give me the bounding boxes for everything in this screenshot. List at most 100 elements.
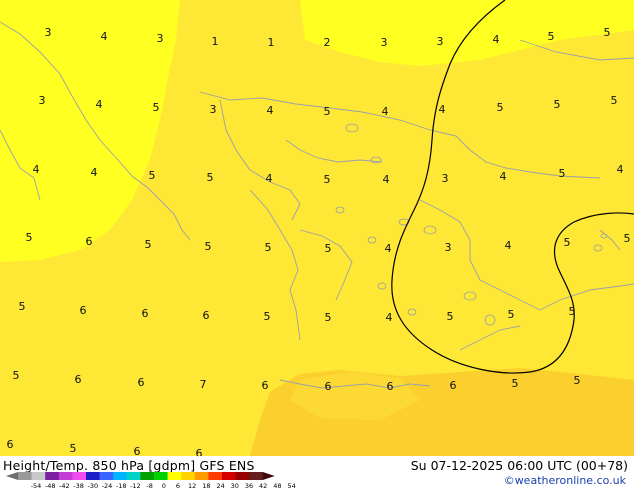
field-value-label: 6 — [262, 379, 269, 392]
color-scale-tick-label: -12 — [130, 482, 141, 490]
color-scale-arrow-right — [262, 472, 275, 480]
temperature-map: 3 4 3 1 1 2 3 3 4 5 5 3 4 5 3 4 5 4 4 5 5 5 4 4 5 5 4 5 4 3 4 5 4 5 6 5 5 5 5 4… — [0, 0, 634, 456]
field-value-label: 5 — [624, 232, 631, 245]
field-value-label: 6 — [86, 235, 93, 248]
field-value-label: 5 — [264, 310, 271, 323]
field-value-label: 4 — [505, 239, 512, 252]
color-scale-tick-label: 0 — [162, 482, 166, 490]
field-value-label: 5 — [265, 241, 272, 254]
field-value-label: 5 — [145, 238, 152, 251]
field-value-label: 5 — [508, 308, 515, 321]
color-scale-tick-label: 36 — [245, 482, 253, 490]
field-value-label: 6 — [142, 307, 149, 320]
field-value-label: 4 — [91, 166, 98, 179]
color-scale-tick-label: -54 — [31, 482, 42, 490]
field-value-label: 3 — [445, 241, 452, 254]
color-scale-tick-label: 42 — [259, 482, 267, 490]
field-value-label: 3 — [442, 172, 449, 185]
field-value-label: 5 — [569, 305, 576, 318]
color-scale-swatch — [99, 472, 114, 480]
color-scale-tick-label: -38 — [73, 482, 84, 490]
color-scale: -54 -48 -42 -38 -30 -24 -18 -12 -8 0 6 12 18 24 30 36 42… — [6, 472, 296, 490]
field-value-label: 5 — [497, 101, 504, 114]
field-value-label: 5 — [324, 105, 331, 118]
color-scale-bars — [6, 472, 275, 480]
field-value-label: 4 — [500, 170, 507, 183]
field-value-label: 6 — [138, 376, 145, 389]
field-value-label: 5 — [611, 94, 618, 107]
color-scale-tick-label: 6 — [176, 482, 180, 490]
color-scale-swatch — [181, 472, 196, 480]
field-value-label: 5 — [207, 171, 214, 184]
color-scale-tick-label: -30 — [87, 482, 98, 490]
field-value-label: 3 — [381, 36, 388, 49]
color-scale-tick-label: 48 — [273, 482, 281, 490]
field-value-label: 6 — [134, 445, 141, 456]
weather-map-view: { "map": { "product": "Height/Temp. 850 … — [0, 0, 634, 490]
color-scale-tick-label: -8 — [146, 482, 152, 490]
color-scale-tick-label: 18 — [202, 482, 210, 490]
field-value-label: 3 — [437, 35, 444, 48]
credit-link[interactable]: ©weatheronline.co.uk — [504, 474, 626, 487]
field-value-label: 4 — [383, 173, 390, 186]
field-value-label: 4 — [385, 242, 392, 255]
field-value-label: 4 — [617, 163, 624, 176]
field-value-label: 5 — [26, 231, 33, 244]
field-value-label: 5 — [564, 236, 571, 249]
color-scale-swatch — [113, 472, 128, 480]
field-value-label: 5 — [574, 374, 581, 387]
color-scale-swatch — [249, 472, 264, 480]
field-value-label: 6 — [325, 380, 332, 393]
field-value-label: 4 — [439, 103, 446, 116]
color-scale-tick-label: -18 — [116, 482, 127, 490]
field-value-label: 5 — [325, 311, 332, 324]
color-scale-swatch — [126, 472, 141, 480]
color-scale-arrow-left — [6, 472, 18, 480]
field-value-label: 5 — [559, 167, 566, 180]
color-scale-swatch — [45, 472, 60, 480]
color-scale-tick-label: 24 — [216, 482, 224, 490]
color-scale-tick-label: -24 — [102, 482, 113, 490]
field-value-label: 1 — [212, 35, 219, 48]
color-scale-swatch — [86, 472, 100, 480]
color-scale-swatch — [72, 472, 87, 480]
color-scale-ticks: -54 -48 -42 -38 -30 -24 -18 -12 -8 0 6 12 18 24 30 36 42… — [31, 482, 296, 490]
field-value-label: 6 — [203, 309, 210, 322]
field-value-label: 4 — [493, 33, 500, 46]
field-value-label: 6 — [80, 304, 87, 317]
color-scale-tick-label: -48 — [45, 482, 56, 490]
field-value-label: 5 — [548, 30, 555, 43]
color-scale-swatch — [167, 472, 182, 480]
field-value-label: 5 — [205, 240, 212, 253]
field-value-label: 4 — [33, 163, 40, 176]
field-value-label: 4 — [96, 98, 103, 111]
color-scale-swatch — [31, 472, 46, 480]
field-value-label: 3 — [157, 32, 164, 45]
field-value-label: 5 — [19, 300, 26, 313]
color-scale-swatch — [58, 472, 73, 480]
field-value-label: 4 — [267, 104, 274, 117]
field-value-label: 4 — [266, 172, 273, 185]
color-scale-swatch — [194, 472, 209, 480]
field-value-label: 3 — [210, 103, 217, 116]
field-value-label: 3 — [39, 94, 46, 107]
field-value-label: 4 — [386, 311, 393, 324]
field-value-label: 5 — [554, 98, 561, 111]
map-footer: Height/Temp. 850 hPa [gdpm] GFS ENS Su 0… — [0, 456, 634, 490]
field-value-label: 5 — [447, 310, 454, 323]
field-value-label: 5 — [604, 26, 611, 39]
field-value-label: 5 — [149, 169, 156, 182]
field-value-label: 5 — [325, 242, 332, 255]
field-value-label: 5 — [512, 377, 519, 390]
field-value-label: 4 — [382, 105, 389, 118]
field-value-label: 1 — [268, 36, 275, 49]
color-scale-tick-label: 30 — [231, 482, 239, 490]
field-value-label: 6 — [196, 447, 203, 456]
color-scale-swatch — [140, 472, 155, 480]
field-value-label: 6 — [450, 379, 457, 392]
field-value-label: 5 — [153, 101, 160, 114]
field-value-label: 5 — [324, 173, 331, 186]
color-scale-tick-label: -42 — [59, 482, 70, 490]
field-value-label: 5 — [70, 442, 77, 455]
field-value-label: 4 — [101, 30, 108, 43]
